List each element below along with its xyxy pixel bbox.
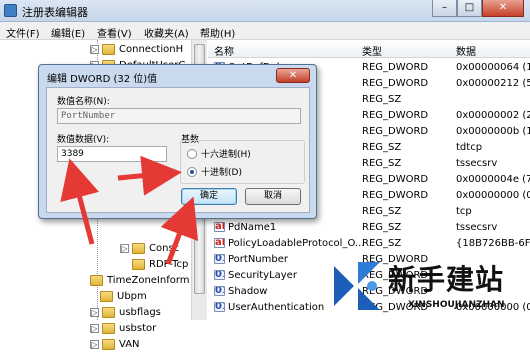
site-logo-icon	[334, 262, 380, 310]
watermark-title: 新手建站	[388, 263, 505, 296]
tree-item-rdp-tcp[interactable]: RDP-Tcp	[132, 256, 188, 272]
column-type[interactable]: 类型	[362, 43, 382, 58]
dialog-close-button[interactable]: ✕	[276, 68, 310, 83]
menu-edit[interactable]: 编辑(E)	[51, 25, 85, 40]
folder-icon	[102, 338, 115, 350]
binary-value-icon: 01	[214, 254, 225, 264]
value-type: REG_DWORD	[362, 126, 429, 137]
table-row[interactable]: abPdName1 REG_SZ tssecsrv	[208, 220, 530, 236]
value-type: REG_SZ	[362, 206, 402, 217]
value-data: 0x0000000b (11	[456, 126, 530, 137]
value-data: {18B726BB-6FE6	[456, 238, 530, 249]
expand-icon[interactable]: ▷	[90, 307, 99, 317]
radio-on-icon[interactable]	[187, 166, 197, 177]
value-name: Shadow	[228, 286, 268, 297]
cancel-button[interactable]: 取消	[245, 188, 301, 205]
value-type: REG_DWORD	[362, 78, 429, 89]
table-row[interactable]: abPolicyLoadableProtocol_O...REG_SZ {18B7…	[208, 236, 530, 252]
regedit-app-icon	[4, 4, 17, 17]
radio-off-icon[interactable]	[187, 148, 197, 159]
window-title: 注册表编辑器	[22, 6, 88, 19]
minimize-button[interactable]: –	[432, 0, 457, 17]
value-type: REG_SZ	[362, 142, 402, 153]
expand-icon[interactable]: ▷	[90, 44, 99, 54]
folder-icon	[100, 290, 113, 302]
watermark-subtitle: XINSHOUJIANZHAN	[408, 300, 505, 310]
window-titlebar: 注册表编辑器 – □ ✕	[0, 0, 530, 22]
value-data-label: 数值数据(V):	[57, 135, 110, 145]
tree-item[interactable]: ▷ Consc	[120, 240, 179, 256]
value-type: REG_DWORD	[362, 62, 429, 73]
menu-view[interactable]: 查看(V)	[97, 25, 132, 40]
tree-item[interactable]: ▷ VAN	[90, 336, 140, 352]
value-name: UserAuthentication	[228, 302, 325, 313]
column-name[interactable]: 名称	[214, 43, 234, 58]
menu-file[interactable]: 文件(F)	[6, 25, 40, 40]
value-name: PdName1	[228, 222, 277, 233]
value-data: 0x00000000 (0)	[456, 190, 530, 201]
value-data: tdtcp	[456, 142, 483, 153]
dialog-body: 数值名称(N): PortNumber 数值数据(V): 3389 基数 十六进…	[46, 87, 310, 213]
value-type: REG_DWORD	[362, 110, 429, 121]
value-name: PortNumber	[228, 254, 288, 265]
value-data: tssecsrv	[456, 222, 498, 233]
column-data[interactable]: 数据	[456, 43, 476, 58]
expand-icon[interactable]: ▷	[120, 243, 129, 253]
folder-icon	[102, 306, 115, 318]
value-name-field: PortNumber	[57, 108, 301, 124]
edit-dword-dialog: 编辑 DWORD (32 位)值 ✕ 数值名称(N): PortNumber 数…	[38, 64, 317, 219]
menu-bar: 文件(F) 编辑(E) 查看(V) 收藏夹(A) 帮助(H)	[0, 22, 530, 40]
folder-icon	[132, 242, 145, 254]
expand-icon[interactable]: ▷	[90, 323, 99, 333]
value-type: REG_SZ	[362, 94, 402, 105]
dialog-title: 编辑 DWORD (32 位)值	[47, 74, 158, 85]
folder-icon	[102, 322, 115, 334]
folder-icon	[90, 274, 103, 286]
value-data: 0x0000004e (78	[456, 174, 530, 185]
maximize-button[interactable]: □	[457, 0, 482, 17]
ok-button[interactable]: 确定	[181, 188, 237, 205]
value-name: SecurityLayer	[228, 270, 297, 281]
list-header: 名称 类型 数据	[208, 40, 530, 58]
tree-item[interactable]: ▷ usbstor	[90, 320, 156, 336]
tree-item[interactable]: ▷ ConnectionH	[90, 41, 183, 57]
value-type: REG_SZ	[362, 238, 402, 249]
string-value-icon: ab	[214, 222, 225, 232]
watermark: 新手建站 XINSHOUJIANZHAN	[328, 252, 530, 320]
value-name: PolicyLoadableProtocol_O...	[228, 238, 365, 249]
string-value-icon: ab	[214, 238, 225, 248]
tree-item[interactable]: TimeZoneInform	[90, 272, 190, 288]
value-data: tcp	[456, 206, 472, 217]
value-data: 0x00000002 (2)	[456, 110, 530, 121]
value-data: 0x00000212 (53	[456, 78, 530, 89]
value-type: REG_DWORD	[362, 190, 429, 201]
folder-icon	[102, 43, 115, 55]
menu-help[interactable]: 帮助(H)	[200, 25, 235, 40]
folder-icon	[132, 258, 145, 270]
value-name-label: 数值名称(N):	[57, 97, 110, 107]
binary-value-icon: 01	[214, 302, 225, 312]
value-type: REG_SZ	[362, 222, 402, 233]
expand-icon[interactable]: ▷	[90, 339, 99, 349]
tree-item[interactable]: ▷ usbflags	[90, 304, 161, 320]
value-data: tssecsrv	[456, 158, 498, 169]
radio-hexadecimal[interactable]: 十六进制(H)	[187, 147, 251, 160]
value-type: REG_DWORD	[362, 174, 429, 185]
close-button[interactable]: ✕	[482, 0, 524, 17]
binary-value-icon: 01	[214, 270, 225, 280]
tree-item[interactable]: Ubpm	[100, 288, 147, 304]
value-data: 0x00000064 (10	[456, 62, 530, 73]
radio-decimal[interactable]: 十进制(D)	[187, 165, 242, 178]
binary-value-icon: 01	[214, 286, 225, 296]
value-type: REG_SZ	[362, 158, 402, 169]
menu-favorites[interactable]: 收藏夹(A)	[144, 25, 189, 40]
base-groupbox: 十六进制(H) 十进制(D)	[180, 140, 305, 184]
value-data-input[interactable]: 3389	[57, 146, 167, 162]
